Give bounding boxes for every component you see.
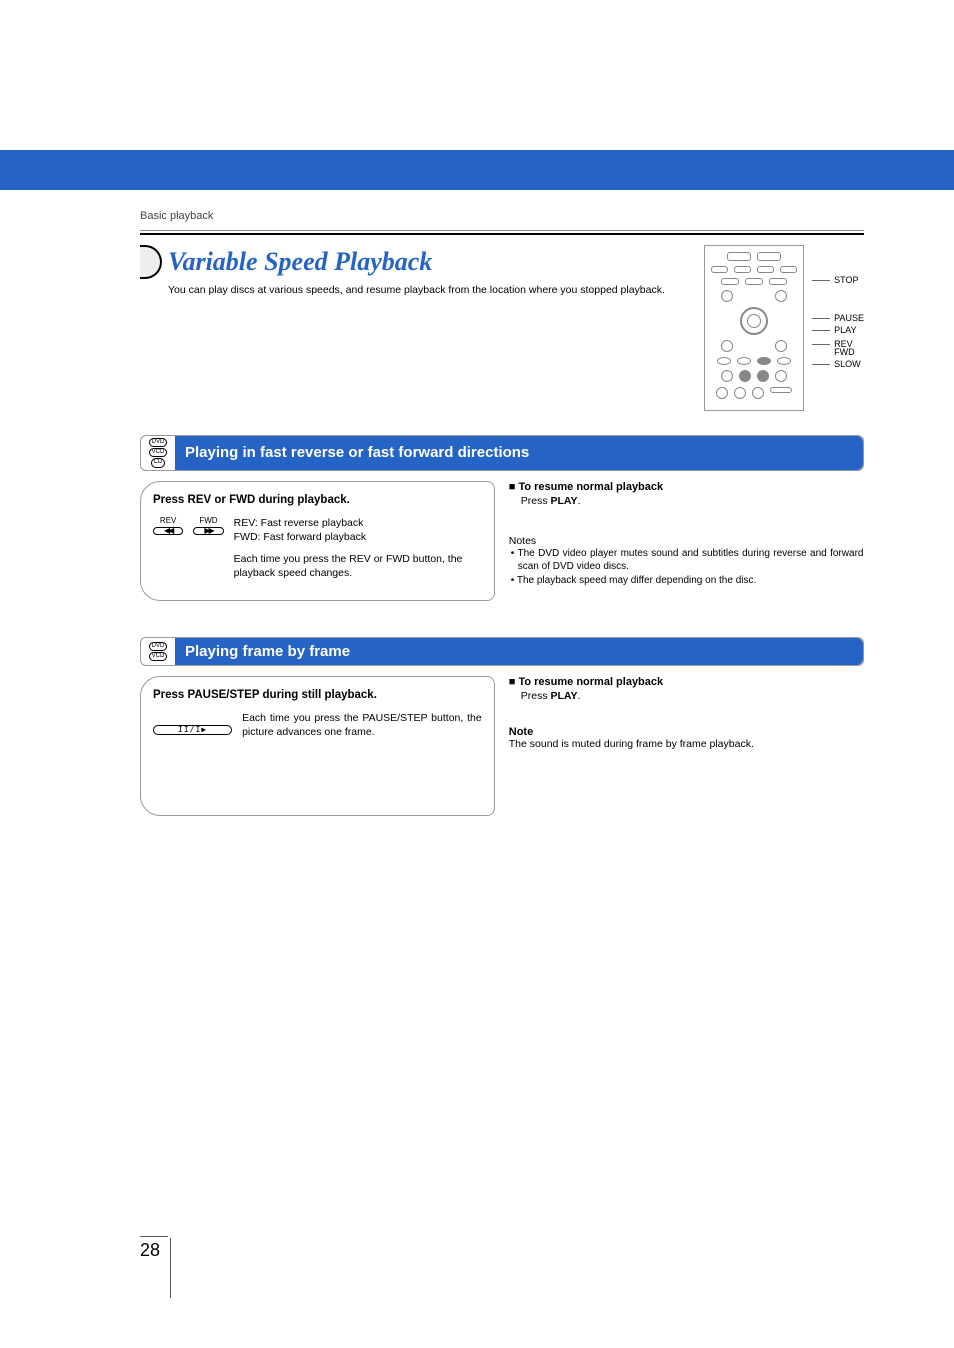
page-number-rule bbox=[140, 1236, 168, 1237]
resume-instruction: Press PLAY. bbox=[521, 690, 864, 702]
rev-button-illustration: REV bbox=[153, 516, 183, 535]
disc-icon-vcd: VCD bbox=[149, 448, 168, 457]
resume-play-label: PLAY bbox=[551, 690, 578, 702]
resume-heading: To resume normal playback bbox=[509, 481, 864, 493]
rewind-icon bbox=[164, 526, 172, 535]
resume-heading: To resume normal playback bbox=[509, 676, 864, 688]
page-number-rule bbox=[170, 1238, 171, 1298]
rule-divider-bold bbox=[140, 233, 864, 235]
disc-type-icons: DVD VCD bbox=[141, 638, 175, 665]
section-header: DVD VCD CD Playing in fast reverse or fa… bbox=[140, 435, 864, 471]
fwd-button-label: FWD bbox=[193, 516, 223, 525]
disc-icon-dvd: DVD bbox=[149, 642, 168, 651]
instruction-panel: Press PAUSE/STEP during still playback. … bbox=[140, 676, 495, 816]
bullet-half-circle-icon bbox=[140, 245, 162, 279]
blue-band bbox=[0, 150, 954, 190]
disc-icon-dvd: DVD bbox=[149, 438, 168, 447]
desc-fwd: FWD: Fast forward playback bbox=[234, 531, 366, 543]
note-item: The DVD video player mutes sound and sub… bbox=[511, 547, 864, 574]
fwd-button-illustration: FWD bbox=[193, 516, 223, 535]
note-heading: Note bbox=[509, 726, 864, 738]
resume-post: . bbox=[578, 495, 581, 507]
pause-step-button-illustration: II/I▶ bbox=[153, 723, 232, 735]
section-header: DVD VCD Playing frame by frame bbox=[140, 637, 864, 666]
note-item: The playback speed may differ depending … bbox=[511, 574, 864, 588]
remote-callouts: STOP PAUSE PLAY REV FWD SLOW bbox=[812, 245, 864, 369]
header-band bbox=[0, 0, 954, 150]
remote-diagram: STOP PAUSE PLAY REV FWD SLOW bbox=[704, 245, 864, 411]
resume-play-label: PLAY bbox=[551, 495, 578, 507]
instruction-panel: Press REV or FWD during playback. REV FW… bbox=[140, 481, 495, 602]
section-title: Playing in fast reverse or fast forward … bbox=[175, 436, 863, 470]
desc-speed-change: Each time you press the REV or FWD butto… bbox=[234, 552, 482, 580]
instruction-title: Press PAUSE/STEP during still playback. bbox=[153, 689, 482, 701]
intro-text: You can play discs at various speeds, an… bbox=[168, 283, 684, 297]
callout-stop: STOP bbox=[834, 275, 858, 285]
desc-frame-advance: Each time you press the PAUSE/STEP butto… bbox=[242, 711, 482, 739]
callout-slow: SLOW bbox=[834, 359, 861, 369]
instruction-title: Press REV or FWD during playback. bbox=[153, 494, 482, 506]
resume-post: . bbox=[578, 690, 581, 702]
disc-type-icons: DVD VCD CD bbox=[141, 436, 175, 470]
resume-instruction: Press PLAY. bbox=[521, 495, 864, 507]
rev-button-label: REV bbox=[153, 516, 183, 525]
resume-pre: Press bbox=[521, 495, 551, 507]
resume-pre: Press bbox=[521, 690, 551, 702]
note-text: The sound is muted during frame by frame… bbox=[509, 738, 864, 750]
page-number: 28 bbox=[140, 1240, 160, 1261]
desc-rev: REV: Fast reverse playback bbox=[234, 517, 364, 529]
pause-step-icon: II/I▶ bbox=[178, 725, 207, 734]
notes-heading: Notes bbox=[509, 535, 864, 547]
breadcrumb: Basic playback bbox=[140, 210, 864, 222]
fast-forward-icon bbox=[204, 526, 212, 535]
page-title: Variable Speed Playback bbox=[168, 247, 432, 277]
disc-icon-cd: CD bbox=[151, 458, 166, 467]
callout-fwd: FWD bbox=[834, 347, 855, 357]
remote-outline bbox=[704, 245, 804, 411]
section-title: Playing frame by frame bbox=[175, 638, 863, 665]
notes-list: The DVD video player mutes sound and sub… bbox=[509, 547, 864, 588]
callout-pause: PAUSE bbox=[834, 313, 864, 323]
rule-divider bbox=[140, 230, 864, 231]
disc-icon-vcd: VCD bbox=[149, 652, 168, 661]
callout-play: PLAY bbox=[834, 325, 856, 335]
